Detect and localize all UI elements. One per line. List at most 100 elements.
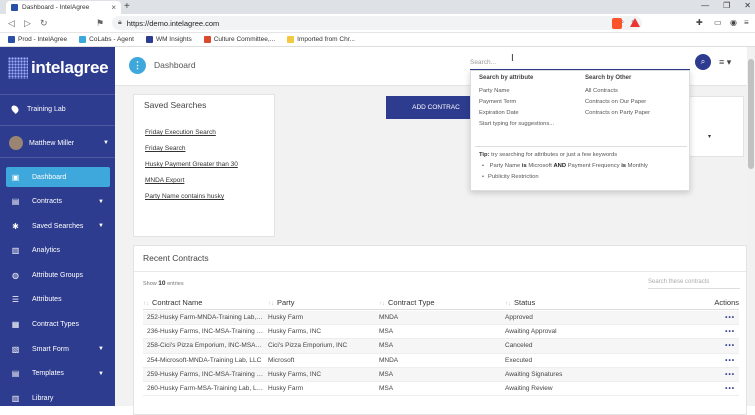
row-actions-icon[interactable]: ••• [689, 357, 739, 364]
row-actions-icon[interactable]: ••• [689, 385, 739, 392]
other-suggestion[interactable]: Contracts on Our Paper [585, 99, 650, 110]
attribute-suggestion[interactable]: Expiration Date [479, 110, 554, 121]
extensions-icon[interactable]: ✚ [696, 18, 703, 27]
column-header-party[interactable]: ↑↓ Party [268, 298, 379, 307]
bookmark-label: Culture Committee,... [213, 36, 276, 43]
row-actions-icon[interactable]: ••• [689, 342, 739, 349]
browser-menu-icon[interactable]: ≡ [744, 18, 749, 27]
contract-name-cell[interactable]: 252-Husky Farm-MNDA-Training Lab, LLC [143, 314, 268, 321]
sidebar-item-attribute-groups[interactable]: ◍ Attribute Groups [6, 265, 110, 285]
party-cell: Microsoft [268, 356, 295, 364]
bookmark-item[interactable]: WM Insights [145, 36, 192, 43]
back-icon[interactable]: ◁ [8, 18, 15, 29]
sidebar-item-saved-searches[interactable]: ✱ Saved Searches ▼ [6, 216, 110, 236]
contract-name-cell[interactable]: 236-Husky Farms, INC-MSA-Training Lab,..… [143, 328, 268, 335]
row-actions-icon[interactable]: ••• [689, 328, 739, 335]
recent-contracts-title: Recent Contracts [143, 253, 209, 263]
entries-selector[interactable]: Show 10 entries [143, 280, 184, 287]
status-cell: Executed [505, 356, 533, 364]
contract-name-cell[interactable]: 260-Husky Farm-MSA-Training Lab, LLC [143, 385, 268, 392]
row-actions-icon[interactable]: ••• [689, 371, 739, 378]
menu-item-icon: ▤ [11, 197, 20, 207]
user-menu[interactable]: Matthew Miller ▼ [9, 136, 109, 150]
sidebar-item-label: Dashboard [32, 173, 67, 181]
tip-label: Tip: [479, 152, 490, 158]
page-scrollbar[interactable] [747, 47, 755, 406]
other-suggestion[interactable]: All Contracts [585, 88, 650, 99]
brave-rewards-icon[interactable] [630, 18, 640, 27]
other-suggestion[interactable]: Contracts on Party Paper [585, 110, 650, 121]
forward-icon[interactable]: ▷ [24, 18, 31, 29]
bookmark-label: CoLabs - Agent [89, 36, 134, 43]
chevron-down-icon: ▼ [98, 346, 104, 353]
bookmark-label: Imported from Chr... [297, 36, 355, 43]
profile-icon[interactable]: ◉ [730, 18, 737, 27]
table-search-input[interactable]: Search these contracts [648, 279, 740, 289]
contract-name-cell[interactable]: 259-Husky Farms, INC-MSA-Training Lab,..… [143, 371, 268, 378]
maximize-icon[interactable]: ❐ [723, 1, 730, 10]
table-row[interactable]: 236-Husky Farms, INC-MSA-Training Lab,..… [143, 325, 739, 340]
scrollbar-thumb[interactable] [748, 59, 754, 169]
table-row[interactable]: 258-Cici's Pizza Emporium, INC-MSA-Train… [143, 339, 739, 354]
dropdown-divider [475, 146, 687, 147]
bookmark-icon[interactable]: ⚑ [96, 18, 104, 29]
search-button[interactable]: ⌕ [695, 54, 711, 70]
menu-item-icon: ✱ [12, 221, 19, 231]
tab-close-icon[interactable]: × [111, 3, 116, 12]
sidebar-item-analytics[interactable]: ▥ Analytics [6, 241, 110, 261]
sidebar-item-attributes[interactable]: ☰ Attributes [6, 290, 110, 310]
chevron-down-icon[interactable]: ▾ [708, 133, 711, 140]
sidebar-item-smart-form[interactable]: ▧ Smart Form ▼ [6, 339, 110, 359]
logo-dots-icon [8, 57, 28, 79]
new-tab-button[interactable]: + [124, 1, 130, 12]
column-header-contract-type[interactable]: ↑↓ Contract Type [379, 298, 505, 307]
bookmark-label: Prod - IntelAgree [18, 36, 68, 43]
sidebar-item-contract-types[interactable]: ▦ Contract Types [6, 315, 110, 335]
sidebar-menu: ▣ Dashboard ▤ Contracts ▼ ✱ Saved Searches ▼ ▥ An… [6, 167, 110, 413]
sidebar-item-dashboard[interactable]: ▣ Dashboard [6, 167, 110, 187]
intelagree-logo[interactable]: intelagree [8, 57, 109, 79]
saved-search-link[interactable]: Friday Search [145, 141, 274, 157]
saved-search-link[interactable]: Friday Execution Search [145, 125, 274, 141]
table-header: ↑↓ Contract Name ↑↓ Party ↑↓ Contract Type … [143, 296, 739, 310]
reload-icon[interactable]: ↻ [40, 18, 48, 29]
table-row[interactable]: 252-Husky Farm-MNDA-Training Lab, LLC Hus… [143, 311, 739, 326]
table-row[interactable]: 260-Husky Farm-MSA-Training Lab, LLC Husk… [143, 382, 739, 397]
sidebar-item-label: Attributes [32, 296, 62, 304]
saved-search-link[interactable]: Party Name contains husky [145, 189, 274, 205]
table-row[interactable]: 259-Husky Farms, INC-MSA-Training Lab,..… [143, 367, 739, 382]
close-window-icon[interactable]: ✕ [744, 1, 751, 10]
app-menu-button[interactable]: ⋮ [129, 57, 146, 74]
sidebar-item-contracts[interactable]: ▤ Contracts ▼ [6, 192, 110, 212]
column-header-status[interactable]: ↑↓ Status [505, 298, 689, 307]
browser-tab[interactable]: Dashboard - IntelAgree × [6, 1, 121, 14]
saved-searches-card: Saved Searches Friday Execution Search Fr… [133, 94, 275, 237]
contract-name-cell[interactable]: 258-Cici's Pizza Emporium, INC-MSA-Train… [143, 342, 268, 349]
bookmark-item[interactable]: Prod - IntelAgree [8, 36, 67, 43]
url-field[interactable]: 🔒︎ https://demo.intelagree.com ⌕ ⇪ [112, 16, 642, 30]
minimize-icon[interactable]: — [701, 1, 709, 10]
brave-shield-icon[interactable] [612, 18, 622, 29]
tip-example-2[interactable]: Publicity Restriction [488, 174, 539, 180]
column-header-contract-name[interactable]: ↑↓ Contract Name [143, 298, 268, 307]
saved-search-link[interactable]: MNDA Export [145, 173, 274, 189]
sidebar-toggle-icon[interactable]: ▭ [714, 18, 722, 27]
tip-example-1[interactable]: Party Name is Microsoft AND Payment Freq… [489, 163, 648, 169]
sidebar-item-templates[interactable]: ▤ Templates ▼ [6, 364, 110, 384]
sidebar-item-label: Attribute Groups [32, 271, 83, 279]
bookmark-item[interactable]: CoLabs - Agent [79, 36, 134, 43]
attribute-suggestion[interactable]: Payment Term [479, 99, 554, 110]
workspace-selector[interactable]: Training Lab [10, 104, 66, 114]
chevron-down-icon: ▼ [98, 198, 104, 205]
sidebar-item-library[interactable]: ▥ Library [6, 388, 110, 408]
saved-search-link[interactable]: Husky Payment Greater than 30 [145, 157, 274, 173]
options-menu-icon[interactable]: ≡ ▾ [719, 57, 731, 68]
row-actions-icon[interactable]: ••• [689, 314, 739, 321]
global-search-input[interactable]: Search... [470, 55, 690, 70]
attribute-suggestion[interactable]: Party Name [479, 88, 554, 99]
contract-name-cell[interactable]: 254-Microsoft-MNDA-Training Lab, LLC [143, 357, 268, 364]
bookmark-item[interactable]: Culture Committee,... [203, 36, 276, 43]
status-cell: Approved [505, 314, 533, 322]
bookmark-item[interactable]: Imported from Chr... [287, 36, 355, 43]
table-row[interactable]: 254-Microsoft-MNDA-Training Lab, LLC Micr… [143, 354, 739, 368]
